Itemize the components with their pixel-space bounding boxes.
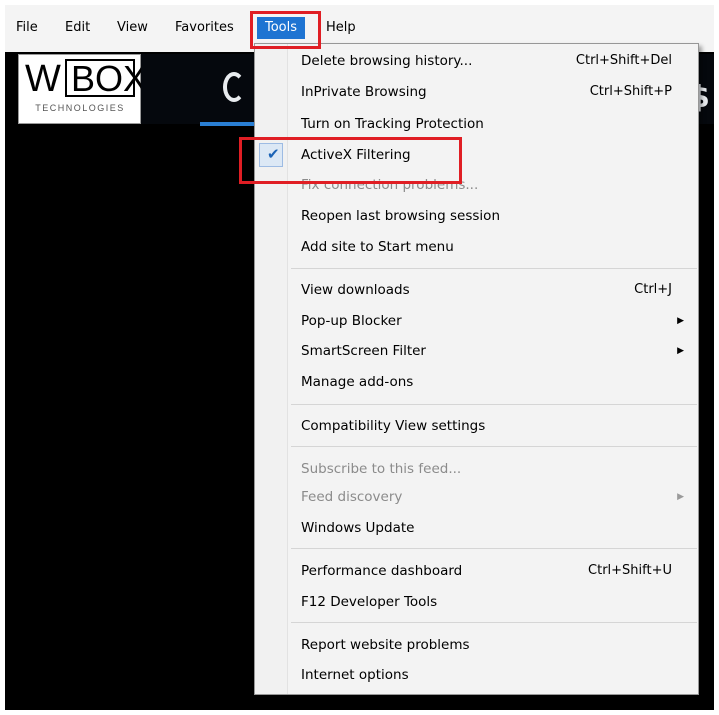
menu-separator [291, 548, 697, 549]
checkmark-icon: ✔ [267, 145, 280, 163]
logo-subtitle: TECHNOLOGIES [35, 103, 125, 113]
menu-item-label: Performance dashboard [301, 563, 463, 579]
menu-item-report-website-problems[interactable]: Report website problems [255, 632, 698, 658]
menu-item-smartscreen-filter[interactable]: SmartScreen Filter ▶ [255, 338, 698, 364]
menu-item-pop-up-blocker[interactable]: Pop-up Blocker ▶ [255, 308, 698, 334]
menu-item-label: Fix connection problems... [301, 177, 479, 193]
menu-item-inprivate-browsing[interactable]: InPrivate Browsing Ctrl+Shift+P [255, 79, 698, 105]
menu-item-label: Add site to Start menu [301, 239, 454, 255]
menu-item-label: Windows Update [301, 520, 415, 536]
menu-item-activex-filtering[interactable]: ✔ ActiveX Filtering [255, 142, 698, 168]
menu-item-compatibility-view-settings[interactable]: Compatibility View settings [255, 413, 698, 439]
menu-item-label: InPrivate Browsing [301, 84, 427, 100]
menu-item-feed-discovery[interactable]: Feed discovery ▶ [255, 484, 698, 510]
logo-wordmark: BOX [71, 58, 148, 99]
menu-item-label: Internet options [301, 667, 409, 683]
nav-icon[interactable] [223, 72, 245, 102]
menu-item-add-site-to-start-menu[interactable]: Add site to Start menu [255, 234, 698, 260]
menu-item-label: Pop-up Blocker [301, 313, 402, 329]
menu-file[interactable]: File [16, 17, 38, 39]
menu-item-delete-browsing-history[interactable]: Delete browsing history... Ctrl+Shift+Del [255, 48, 698, 74]
menu-tools[interactable]: Tools [257, 17, 306, 39]
menu-separator [291, 446, 697, 447]
menu-item-subscribe-to-this-feed[interactable]: Subscribe to this feed... [255, 456, 698, 482]
menu-separator [291, 622, 697, 623]
menu-item-label: Subscribe to this feed... [301, 461, 462, 477]
menu-item-internet-options[interactable]: Internet options [255, 662, 698, 688]
menu-item-label: Compatibility View settings [301, 418, 486, 434]
menu-item-shortcut: Ctrl+Shift+U [588, 563, 672, 578]
menu-item-windows-update[interactable]: Windows Update [255, 515, 698, 541]
menu-item-label: F12 Developer Tools [301, 594, 438, 610]
site-logo[interactable]: W BOX TECHNOLOGIES [18, 54, 147, 124]
menu-item-label: Reopen last browsing session [301, 208, 500, 224]
triangle-right-icon: ▶ [677, 346, 684, 356]
menu-item-shortcut: Ctrl+J [634, 282, 672, 297]
menu-item-label: View downloads [301, 282, 410, 298]
menu-item-label: Manage add-ons [301, 374, 414, 390]
menu-item-label: Report website problems [301, 637, 470, 653]
menu-item-shortcut: Ctrl+Shift+P [589, 84, 672, 99]
triangle-right-icon: ▶ [677, 492, 684, 502]
menu-separator [291, 268, 697, 269]
menu-item-performance-dashboard[interactable]: Performance dashboard Ctrl+Shift+U [255, 558, 698, 584]
menu-item-label: Feed discovery [301, 489, 403, 505]
menu-item-reopen-last-browsing-session[interactable]: Reopen last browsing session [255, 203, 698, 229]
menu-view[interactable]: View [117, 17, 148, 39]
menu-item-label: ActiveX Filtering [301, 147, 411, 163]
menu-item-label: SmartScreen Filter [301, 343, 426, 359]
menu-item-f12-developer-tools[interactable]: F12 Developer Tools [255, 589, 698, 615]
menu-item-view-downloads[interactable]: View downloads Ctrl+J [255, 277, 698, 303]
menu-favorites[interactable]: Favorites [175, 17, 234, 39]
tools-dropdown-menu: Delete browsing history... Ctrl+Shift+Del… [254, 43, 699, 695]
menu-help[interactable]: Help [326, 17, 356, 39]
menu-item-label: Turn on Tracking Protection [301, 116, 484, 132]
menu-item-turn-on-tracking-protection[interactable]: Turn on Tracking Protection [255, 111, 698, 137]
menu-item-shortcut: Ctrl+Shift+Del [575, 53, 672, 68]
menu-edit[interactable]: Edit [65, 17, 90, 39]
menu-separator [291, 404, 697, 405]
triangle-right-icon: ▶ [677, 316, 684, 326]
menu-item-fix-connection-problems[interactable]: Fix connection problems... [255, 172, 698, 198]
logo-letter: W [25, 58, 61, 100]
menu-item-manage-add-ons[interactable]: Manage add-ons [255, 369, 698, 395]
menu-item-label: Delete browsing history... [301, 53, 473, 69]
